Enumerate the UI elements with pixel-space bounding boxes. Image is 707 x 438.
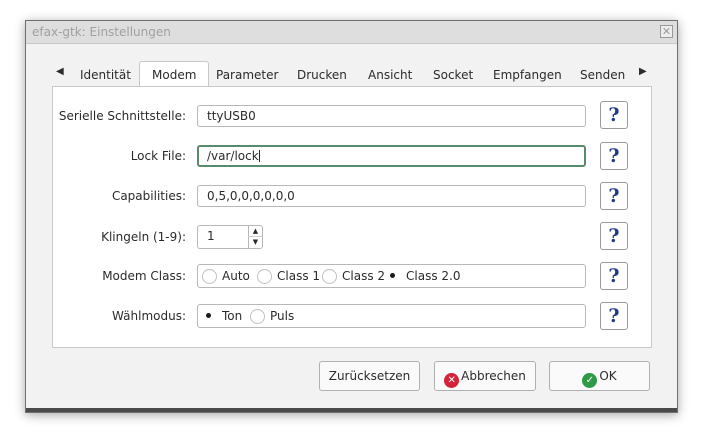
help-icon: ? <box>608 225 620 247</box>
tab-scroll-right-icon[interactable]: ▶ <box>639 66 647 77</box>
help-icon: ? <box>608 145 620 167</box>
serial-port-label: Serielle Schnittstelle: <box>58 109 186 123</box>
window-title: efax-gtk: Einstellungen <box>32 25 171 39</box>
tab-senden[interactable]: Senden <box>580 68 625 82</box>
tab-socket[interactable]: Socket <box>433 68 473 82</box>
serial-port-input[interactable]: ttyUSB0 <box>197 105 586 127</box>
radio-checked-icon <box>202 309 217 324</box>
tab-bar: ◀ Identität Modem Parameter Drucken Ansi… <box>50 59 650 89</box>
cancel-button-label: Abbrechen <box>461 369 526 383</box>
modem-class-label: Modem Class: <box>102 269 186 283</box>
radio-unchecked-icon <box>257 269 272 284</box>
serial-port-value: ttyUSB0 <box>207 109 256 123</box>
window-bottom-edge <box>26 408 677 412</box>
radio-unchecked-icon <box>322 269 337 284</box>
tab-drucken[interactable]: Drucken <box>297 68 347 82</box>
rings-spinbutton[interactable]: 1 ▲ ▼ <box>197 225 263 249</box>
radio-label: Class 1 <box>277 269 321 283</box>
help-icon: ? <box>608 305 620 327</box>
radio-label: Puls <box>270 309 295 323</box>
serial-port-help-button[interactable]: ? <box>600 101 628 129</box>
spin-up-icon[interactable]: ▲ <box>248 226 262 237</box>
preferences-dialog: efax-gtk: Einstellungen ✕ ◀ Identität Mo… <box>25 20 678 413</box>
modem-class-help-button[interactable]: ? <box>600 262 628 290</box>
close-icon: ✕ <box>661 25 672 38</box>
help-icon: ? <box>608 265 620 287</box>
title-bar[interactable]: efax-gtk: Einstellungen ✕ <box>26 21 677 44</box>
help-icon: ? <box>608 185 620 207</box>
radio-label: Ton <box>222 309 243 323</box>
dial-mode-label: Wählmodus: <box>112 309 186 323</box>
radio-unchecked-icon <box>250 309 265 324</box>
tab-identitaet[interactable]: Identität <box>80 68 131 82</box>
reset-button-label: Zurücksetzen <box>328 369 411 383</box>
rings-label: Klingeln (1-9): <box>101 230 186 244</box>
modem-class-radio-group: Auto Class 1 Class 2 Class 2.0 <box>197 264 586 288</box>
ok-button-label: OK <box>599 369 617 383</box>
cancel-icon: ✕ <box>444 373 460 388</box>
capabilities-input[interactable]: 0,5,0,0,0,0,0,0 <box>197 185 586 207</box>
modem-settings-panel: Serielle Schnittstelle: ttyUSB0 ? Lock F… <box>52 86 652 348</box>
checkmark-icon: ✓ <box>582 373 598 388</box>
dial-mode-radio-group: Ton Puls <box>197 304 586 328</box>
close-window-button[interactable]: ✕ <box>660 25 673 38</box>
radio-label: Class 2.0 <box>406 269 461 283</box>
radio-unchecked-icon <box>202 269 217 284</box>
capabilities-label: Capabilities: <box>111 189 186 203</box>
rings-value: 1 <box>207 229 215 243</box>
cancel-button[interactable]: ✕ Abbrechen <box>434 361 536 391</box>
tab-modem[interactable]: Modem <box>139 61 210 89</box>
lock-file-input[interactable]: /var/lock <box>197 145 586 167</box>
lock-file-label: Lock File: <box>130 149 186 163</box>
dial-mode-help-button[interactable]: ? <box>600 302 628 330</box>
lock-file-help-button[interactable]: ? <box>600 142 628 170</box>
tab-scroll-left-icon[interactable]: ◀ <box>56 66 64 77</box>
radio-label: Class 2 <box>342 269 386 283</box>
spin-down-icon[interactable]: ▼ <box>248 237 262 248</box>
tab-parameter[interactable]: Parameter <box>216 68 278 82</box>
help-icon: ? <box>608 104 620 126</box>
tab-empfangen[interactable]: Empfangen <box>493 68 562 82</box>
text-caret <box>258 150 260 162</box>
ok-button[interactable]: ✓ OK <box>549 361 650 391</box>
capabilities-help-button[interactable]: ? <box>600 182 628 210</box>
lock-file-value: /var/lock <box>207 149 259 163</box>
rings-help-button[interactable]: ? <box>600 222 628 250</box>
radio-checked-icon <box>386 269 401 284</box>
tab-ansicht[interactable]: Ansicht <box>368 68 412 82</box>
reset-button[interactable]: Zurücksetzen <box>319 361 420 391</box>
radio-label: Auto <box>222 269 250 283</box>
capabilities-value: 0,5,0,0,0,0,0,0 <box>207 189 295 203</box>
